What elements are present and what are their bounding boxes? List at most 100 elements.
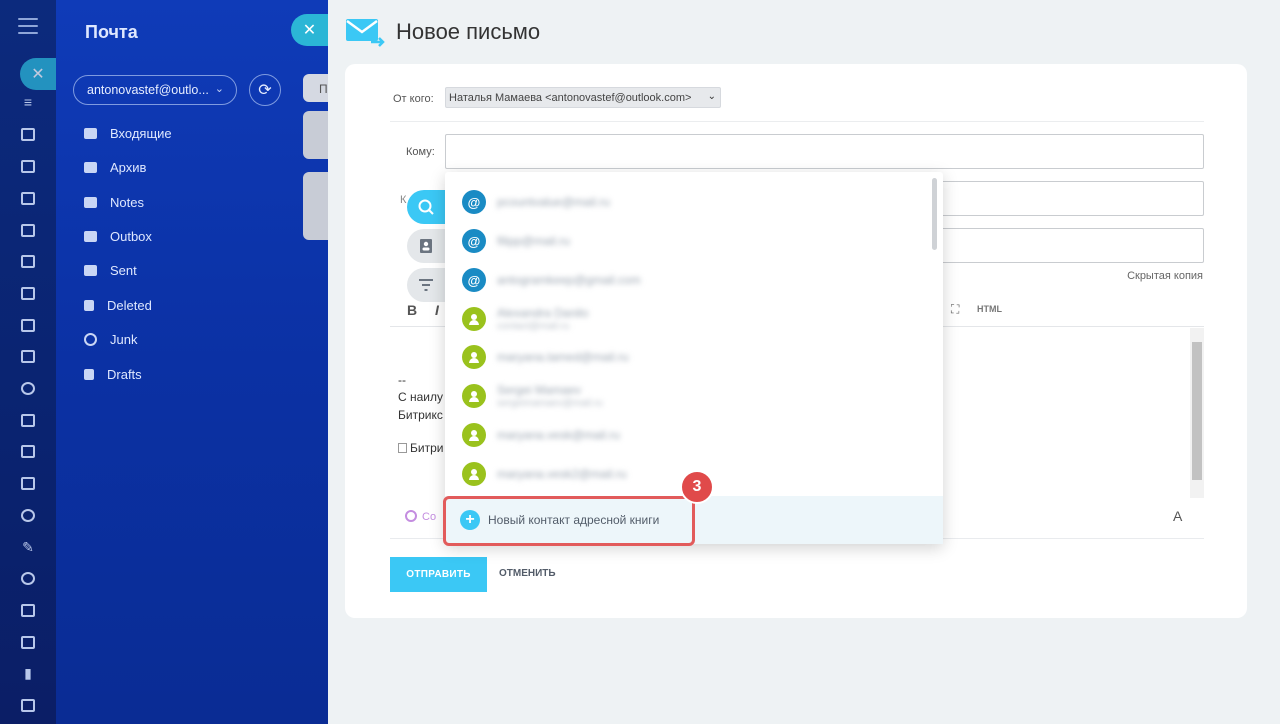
chevron-down-icon: ⌄ (707, 91, 716, 102)
search-icon (418, 199, 434, 215)
mail-panel: Почта antonovastef@outlo... ⌄ ⟳ Входящие… (56, 0, 328, 724)
task-icon[interactable] (18, 251, 38, 271)
folder-outbox[interactable]: Outbox (84, 226, 152, 246)
send-button[interactable]: ОТПРАВИТЬ (390, 557, 487, 592)
list-item[interactable]: @ antogramkeep@gmail.com (462, 267, 641, 293)
users-icon[interactable] (18, 505, 38, 525)
draft-icon (84, 368, 94, 380)
news-icon[interactable] (18, 220, 38, 240)
store-icon[interactable] (18, 600, 38, 620)
close-icon: ✕ (302, 22, 317, 39)
account-label: antonovastef@outlo... (87, 83, 209, 97)
folder-icon (84, 196, 97, 208)
contact-email: antogramkeep@gmail.com (497, 273, 641, 287)
edit-icon[interactable] (18, 124, 38, 144)
highlight-box (443, 496, 695, 546)
calendar-icon[interactable] (18, 315, 38, 335)
folder-icon (84, 230, 97, 242)
folder-notes[interactable]: Notes (84, 192, 144, 212)
to-input[interactable] (445, 134, 1204, 169)
contact-email: maryana.vesk@mail.ru (497, 428, 620, 442)
mail-icon[interactable] (18, 473, 38, 493)
page-title: Новое письмо (396, 19, 541, 44)
peek-tab[interactable]: П (303, 74, 328, 102)
folder-inbox[interactable]: Входящие (84, 123, 172, 143)
checklist-icon[interactable] (18, 346, 38, 366)
signature-line: С наилу (398, 390, 444, 404)
copilot-icon (405, 510, 417, 522)
close-slider-button[interactable]: ✕ (291, 14, 328, 46)
email-icon: @ (462, 268, 486, 292)
cancel-button[interactable]: ОТМЕНИТЬ (499, 568, 556, 579)
list-item[interactable]: @ pcountvalue@mail.ru (462, 189, 610, 215)
target-icon[interactable] (18, 378, 38, 398)
folder-label: Архив (110, 159, 147, 175)
peek-mail-row[interactable] (303, 111, 328, 159)
menu-icon[interactable] (18, 18, 38, 34)
filter-icon[interactable]: ≡ (18, 92, 38, 112)
account-selector[interactable]: antonovastef@outlo... ⌄ (73, 75, 237, 105)
contact-email: maryana.vesk2@mail.ru (497, 467, 627, 481)
editor-scrollbar-thumb[interactable] (1192, 342, 1202, 480)
signature-line: Битрикс (398, 408, 443, 422)
contact-card-icon[interactable] (18, 156, 38, 176)
list-item[interactable]: Alexandra Danilo contact@mail.ru (462, 306, 588, 332)
document-icon[interactable] (18, 410, 38, 430)
filter-button[interactable] (407, 268, 445, 302)
folder-label: Junk (110, 331, 138, 347)
italic-button[interactable]: I (435, 302, 439, 318)
list-item[interactable]: Sergei Mamaev sergeimamaev@mail.ru (462, 383, 603, 409)
feed-icon[interactable] (18, 188, 38, 208)
signature-image: Битри (398, 441, 443, 455)
drive-icon[interactable] (18, 441, 38, 461)
contact-email: contact@mail.ru (497, 321, 570, 332)
trash-icon (84, 299, 94, 311)
folder-label: Входящие (110, 125, 172, 141)
hexagon-icon[interactable] (18, 568, 38, 588)
step-badge: 3 (680, 470, 714, 504)
list-item[interactable]: maryana.tamed@mail.ru (462, 344, 629, 370)
contact-email: sergeimamaev@mail.ru (497, 398, 603, 409)
copilot-button[interactable]: Co (405, 510, 436, 523)
folder-deleted[interactable]: Deleted (84, 295, 152, 315)
font-format-button[interactable]: A (1173, 508, 1182, 524)
folder-junk[interactable]: Junk (84, 329, 137, 349)
address-book-button[interactable] (407, 229, 445, 263)
list-item[interactable]: @ filipp@mail.ru (462, 228, 570, 254)
peek-mail-row[interactable] (303, 172, 328, 240)
address-book-icon (420, 239, 432, 253)
search-contacts-button[interactable] (407, 190, 445, 224)
folder-label: Outbox (110, 228, 152, 244)
html-mode-button[interactable]: HTML (977, 304, 1002, 314)
list-item[interactable]: maryana.vesk2@mail.ru (462, 461, 627, 487)
close-icon[interactable]: ✕ (20, 58, 56, 90)
to-label: Кому: (406, 146, 435, 158)
contact-email: maryana.tamed@mail.ru (497, 350, 629, 364)
chart-icon[interactable]: ▮ (18, 663, 38, 683)
folder-sent[interactable]: Sent (84, 260, 137, 280)
bold-button[interactable]: B (407, 302, 417, 318)
signature-icon[interactable]: ✎ (18, 537, 38, 557)
fullscreen-icon[interactable]: ⛶ (951, 302, 959, 317)
bcc-link[interactable]: Скрытая копия (1127, 270, 1203, 282)
chat-icon[interactable] (18, 283, 38, 303)
divider (390, 121, 1204, 122)
sent-icon (84, 264, 97, 276)
robot-icon[interactable] (18, 695, 38, 715)
from-select[interactable]: Наталья Мамаева <antonovastef@outlook.co… (445, 87, 721, 108)
from-label: От кого: (393, 93, 434, 105)
list-item[interactable]: maryana.vesk@mail.ru (462, 422, 620, 448)
folder-archive[interactable]: Архив (84, 157, 146, 177)
email-icon: @ (462, 229, 486, 253)
signature-dash: -- (398, 373, 406, 387)
cart-icon[interactable] (18, 632, 38, 652)
dropdown-scrollbar[interactable] (932, 178, 937, 250)
refresh-button[interactable]: ⟳ (249, 74, 281, 106)
user-icon (462, 423, 486, 447)
email-icon: @ (462, 190, 486, 214)
folder-drafts[interactable]: Drafts (84, 364, 142, 384)
new-mail-icon (346, 19, 385, 47)
cc-label: К (400, 194, 407, 206)
block-icon (84, 332, 97, 346)
contact-name: Alexandra Danilo (497, 306, 589, 320)
